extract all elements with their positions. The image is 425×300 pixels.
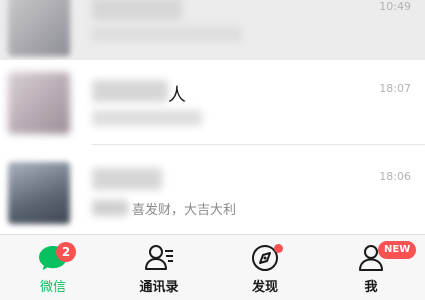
new-badge: NEW xyxy=(378,241,417,259)
message-preview-blurred xyxy=(92,26,242,42)
bottom-tab-bar: 2 微信 通讯录 发现 NEW 我 xyxy=(0,234,425,300)
contact-name-blurred xyxy=(92,168,162,190)
chat-time: 18:07 xyxy=(379,82,411,95)
avatar xyxy=(8,0,70,56)
tab-label: 我 xyxy=(364,280,378,295)
tab-discover[interactable]: 发现 xyxy=(212,235,318,300)
chat-row[interactable]: 人 18:07 xyxy=(0,60,425,144)
contact-name-blurred xyxy=(92,80,168,102)
message-preview-blurred xyxy=(92,200,128,216)
chat-row[interactable]: 10:49 xyxy=(0,0,425,60)
chat-row[interactable]: 喜发财，大吉大利 18:06 xyxy=(0,150,425,234)
contacts-icon xyxy=(145,245,173,270)
tab-contacts[interactable]: 通讯录 xyxy=(106,235,212,300)
divider xyxy=(92,144,425,145)
unread-badge: 2 xyxy=(56,242,76,262)
tab-label: 微信 xyxy=(39,280,66,295)
contact-name: 人 xyxy=(168,85,186,106)
tab-label: 通讯录 xyxy=(139,280,179,295)
message-preview: 喜发财，大吉大利 xyxy=(132,203,237,218)
avatar xyxy=(8,72,70,134)
chat-list: 10:49 人 18:07 喜发财，大吉大利 18:06 xyxy=(0,0,425,234)
chat-time: 18:06 xyxy=(379,170,411,183)
avatar xyxy=(8,162,70,224)
notification-dot xyxy=(274,244,283,253)
tab-me[interactable]: NEW 我 xyxy=(318,235,424,300)
tab-chats[interactable]: 2 微信 xyxy=(0,235,106,300)
message-preview-blurred xyxy=(92,110,202,126)
chat-time: 10:49 xyxy=(379,0,411,13)
contact-name-blurred xyxy=(92,0,182,20)
tab-label: 发现 xyxy=(251,280,278,295)
